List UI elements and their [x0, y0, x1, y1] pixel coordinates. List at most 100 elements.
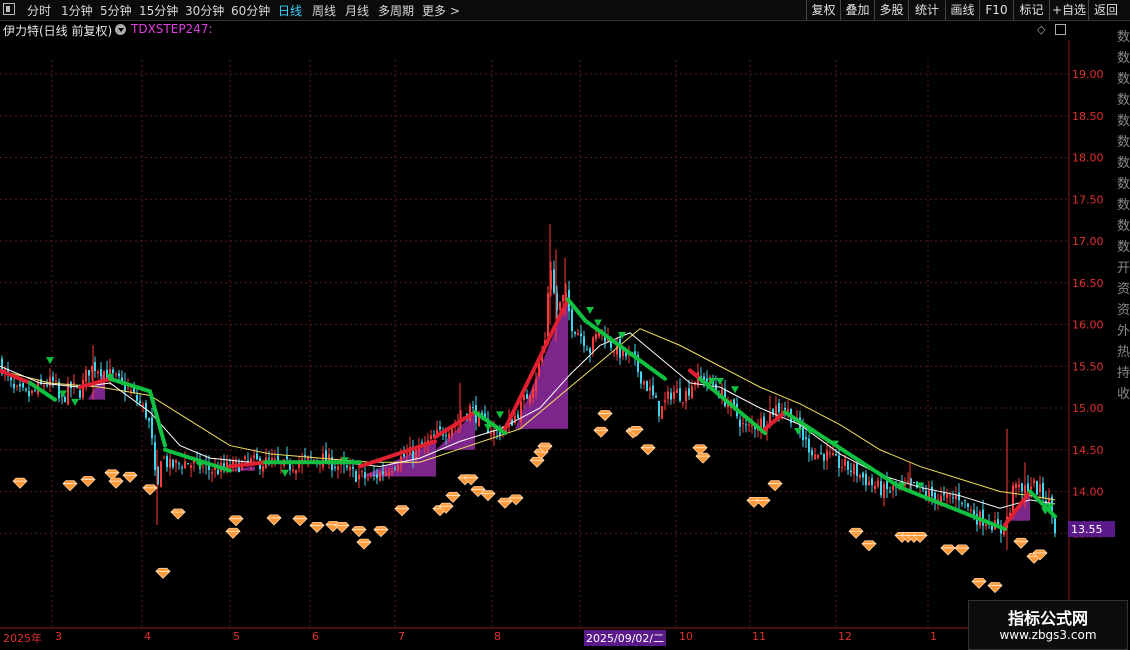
candle-body	[859, 474, 861, 478]
candle-body	[907, 481, 909, 483]
down-arrow-marker	[586, 306, 594, 314]
candle-body	[523, 395, 525, 400]
candle	[259, 456, 261, 475]
candle-body	[841, 467, 843, 469]
candle-body	[739, 419, 741, 427]
candle	[97, 369, 99, 379]
x-label-8: 10	[679, 630, 693, 643]
candle	[640, 371, 642, 389]
diamond-shape	[351, 526, 367, 538]
diamond-toggle-icon[interactable]: ◇	[1037, 23, 1045, 36]
period-tab-3[interactable]: 15分钟	[139, 2, 178, 19]
x-label-11: 1	[930, 630, 937, 643]
period-tab-more[interactable]: 更多 >	[422, 2, 460, 19]
diamond-shape	[225, 527, 241, 539]
candle-body	[364, 472, 366, 479]
candle-body	[748, 423, 750, 425]
candle-body	[892, 485, 894, 491]
candle	[358, 468, 360, 488]
diamond-marker	[971, 577, 987, 589]
period-tab-5[interactable]: 60分钟	[231, 2, 270, 19]
candle-body	[850, 470, 852, 472]
fuquan-button[interactable]: 复权	[806, 0, 840, 20]
kline-chart[interactable]: 19.00 18.50 18.00 17.50 17.00 16.50 16.00 15.50…	[0, 40, 1130, 629]
candle	[40, 373, 42, 386]
candle-body	[34, 390, 36, 392]
candle-body	[745, 424, 747, 426]
candle	[850, 462, 852, 477]
period-tab-8[interactable]: 月线	[345, 2, 369, 19]
candle	[175, 458, 177, 473]
diamond-shape	[12, 477, 28, 489]
candle-body	[961, 502, 963, 504]
stats-button[interactable]: 统计	[908, 0, 945, 20]
candle	[319, 463, 321, 474]
side-info-strip[interactable]: 数数数数数数数数数数数开资资外热持收	[1115, 20, 1130, 440]
add-watchlist-button[interactable]: +自选	[1049, 0, 1088, 20]
y-tick-label: 15.00	[1072, 402, 1104, 415]
diamond-marker	[767, 480, 783, 492]
candle-body	[94, 362, 96, 371]
candle	[841, 459, 843, 473]
candle-body	[16, 385, 18, 387]
candle	[760, 411, 762, 440]
period-tab-1[interactable]: 1分钟	[61, 2, 93, 19]
multi-stock-button[interactable]: 多股	[874, 0, 908, 20]
candle-body	[1003, 530, 1005, 536]
candle-body	[22, 383, 24, 388]
candle-body	[439, 426, 441, 430]
price-tag-label: 13.55	[1071, 523, 1103, 536]
mark-button[interactable]: 标记	[1013, 0, 1049, 20]
candle	[652, 376, 654, 399]
indicator-dropdown-icon[interactable]	[115, 24, 126, 35]
diamond-marker	[445, 491, 461, 503]
candle-body	[1021, 483, 1023, 492]
candle	[178, 461, 180, 470]
candle-body	[148, 418, 150, 421]
candle	[160, 460, 162, 488]
candle	[73, 374, 75, 395]
candle-body	[136, 395, 138, 401]
candle-body	[19, 384, 21, 387]
period-tab-6[interactable]: 日线	[278, 2, 302, 19]
candle-body	[691, 386, 693, 399]
period-tab-9[interactable]: 多周期	[378, 2, 414, 19]
diamond-shape	[108, 477, 124, 489]
candle	[124, 372, 126, 402]
candle-body	[115, 373, 117, 375]
candle-body	[253, 455, 255, 459]
candle	[889, 486, 891, 494]
down-arrow-marker	[731, 386, 739, 394]
candle-body	[388, 472, 390, 476]
candle-body	[823, 453, 825, 461]
window-icon[interactable]	[3, 3, 15, 15]
candle	[274, 450, 276, 467]
period-tab-0[interactable]: 分时	[27, 2, 51, 19]
candle-body	[817, 454, 819, 458]
candle	[694, 381, 696, 391]
period-tab-4[interactable]: 30分钟	[185, 2, 224, 19]
indicator-name[interactable]: TDXSTEP247:	[131, 22, 213, 36]
y-tick-label: 18.00	[1072, 152, 1104, 165]
side-strip-char: 开	[1117, 261, 1130, 276]
candle	[25, 387, 27, 393]
candle-body	[31, 390, 33, 394]
candle-body	[97, 371, 99, 374]
candle	[169, 452, 171, 476]
candle-body	[445, 435, 447, 437]
current-price-tag: 13.55	[1068, 521, 1115, 538]
draw-line-button[interactable]: 画线	[945, 0, 979, 20]
diamond-shape	[334, 522, 350, 533]
candle-body	[862, 472, 864, 478]
candle-body	[832, 453, 834, 455]
overlay-button[interactable]: 叠加	[840, 0, 874, 20]
period-tab-7[interactable]: 周线	[312, 2, 336, 19]
candle-body	[55, 380, 57, 382]
candle	[871, 473, 873, 493]
back-button[interactable]: 返回	[1088, 0, 1123, 20]
maximize-icon[interactable]	[1055, 24, 1066, 35]
candle	[883, 481, 885, 507]
f10-button[interactable]: F10	[979, 0, 1013, 20]
candle-body	[787, 409, 789, 412]
period-tab-2[interactable]: 5分钟	[100, 2, 132, 19]
